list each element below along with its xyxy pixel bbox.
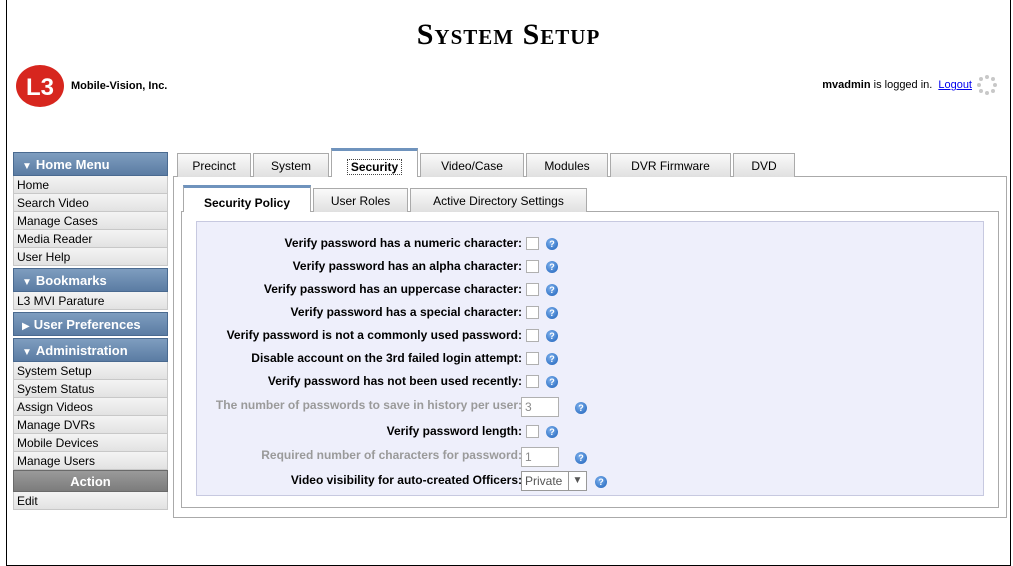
disable-checkbox[interactable] (526, 352, 539, 365)
row-recent: Verify password has not been used recent… (197, 372, 522, 392)
required-input[interactable]: 1 (521, 447, 559, 467)
sidebar-item-manage-cases[interactable]: Manage Cases (13, 212, 168, 230)
uppercase-checkbox[interactable] (526, 283, 539, 296)
row-length: Verify password length: (197, 422, 522, 442)
security-policy-form: Verify password has a numeric character:… (196, 221, 984, 496)
row-uppercase: Verify password has an uppercase charact… (197, 280, 522, 300)
sidebar-item-search-video[interactable]: Search Video (13, 194, 168, 212)
subtab-security-policy[interactable]: Security Policy (183, 185, 311, 212)
sidebar-item-system-setup[interactable]: System Setup (13, 362, 168, 380)
row-common: Verify password is not a commonly used p… (197, 326, 522, 346)
help-icon[interactable]: ? (575, 452, 587, 464)
row-required: Required number of characters for passwo… (197, 446, 522, 466)
tab-video-case[interactable]: Video/Case (420, 153, 524, 177)
help-icon[interactable]: ? (546, 284, 558, 296)
help-icon[interactable]: ? (546, 330, 558, 342)
sidebar-item-l3-mvi-parature[interactable]: L3 MVI Parature (13, 292, 168, 310)
tab-dvd[interactable]: DVD (733, 153, 795, 177)
company-name: Mobile-Vision, Inc. (71, 80, 168, 92)
alpha-label: Verify password has an alpha character: (292, 259, 522, 273)
sidebar-item-user-help[interactable]: User Help (13, 248, 168, 266)
page-frame: System Setup L3 Mobile-Vision, Inc. mvad… (6, 0, 1011, 566)
help-icon[interactable]: ? (546, 307, 558, 319)
length-checkbox[interactable] (526, 425, 539, 438)
sidebar-item-manage-users[interactable]: Manage Users (13, 452, 168, 470)
sidebar-item-assign-videos[interactable]: Assign Videos (13, 398, 168, 416)
numeric-checkbox[interactable] (526, 237, 539, 250)
visibility-label: Video visibility for auto-created Office… (290, 473, 522, 487)
sidebar-item-edit[interactable]: Edit (13, 492, 168, 510)
logout-link[interactable]: Logout (938, 79, 972, 91)
triangle-right-icon: ▶ (22, 321, 30, 332)
numeric-label: Verify password has a numeric character: (284, 236, 522, 250)
help-icon[interactable]: ? (595, 476, 607, 488)
triangle-down-icon: ▼ (22, 161, 32, 172)
recent-label: Verify password has not been used recent… (267, 374, 522, 388)
uppercase-label: Verify password has an uppercase charact… (263, 282, 522, 296)
bookmarks-header[interactable]: ▼ Bookmarks (13, 268, 168, 292)
help-icon[interactable]: ? (575, 402, 587, 414)
row-visibility: Video visibility for auto-created Office… (197, 471, 522, 491)
username: mvadmin (822, 79, 871, 91)
help-icon[interactable]: ? (546, 238, 558, 250)
special-checkbox[interactable] (526, 306, 539, 319)
special-label: Verify password has a special character: (290, 305, 522, 319)
action-header: Action (13, 470, 168, 492)
tab-precinct[interactable]: Precinct (177, 153, 251, 177)
tab-dvr-firmware[interactable]: DVR Firmware (610, 153, 731, 177)
row-numeric: Verify password has a numeric character: (197, 234, 522, 254)
sidebar-item-home[interactable]: Home (13, 176, 168, 194)
triangle-down-icon: ▼ (22, 347, 32, 358)
length-label: Verify password length: (386, 424, 522, 438)
alpha-checkbox[interactable] (526, 260, 539, 273)
sidebar: ▼ Home Menu Home Search Video Manage Case… (13, 150, 168, 510)
tab-system[interactable]: System (253, 153, 329, 177)
login-status: mvadmin is logged in. Logout (822, 79, 972, 91)
row-disable: Disable account on the 3rd failed login … (197, 349, 522, 369)
sidebar-item-system-status[interactable]: System Status (13, 380, 168, 398)
help-icon[interactable]: ? (546, 426, 558, 438)
history-label: The number of passwords to save in histo… (215, 398, 522, 412)
triangle-down-icon: ▼ (22, 277, 32, 288)
svg-text:L3: L3 (26, 74, 54, 101)
subtab-active-directory-settings[interactable]: Active Directory Settings (410, 188, 587, 212)
administration-header[interactable]: ▼ Administration (13, 338, 168, 362)
sidebar-item-manage-dvrs[interactable]: Manage DVRs (13, 416, 168, 434)
tab-security[interactable]: Security (331, 148, 418, 177)
common-checkbox[interactable] (526, 329, 539, 342)
recent-checkbox[interactable] (526, 375, 539, 388)
help-icon[interactable]: ? (546, 353, 558, 365)
row-history: The number of passwords to save in histo… (197, 396, 522, 416)
help-icon[interactable]: ? (546, 261, 558, 273)
home-menu-header[interactable]: ▼ Home Menu (13, 152, 168, 176)
help-icon[interactable]: ? (546, 376, 558, 388)
subtab-user-roles[interactable]: User Roles (313, 188, 408, 212)
page-title: System Setup (416, 18, 601, 51)
row-alpha: Verify password has an alpha character: (197, 257, 522, 277)
disable-label: Disable account on the 3rd failed login … (251, 351, 522, 365)
chevron-down-icon: ▼ (568, 472, 586, 490)
row-special: Verify password has a special character: (197, 303, 522, 323)
sidebar-item-mobile-devices[interactable]: Mobile Devices (13, 434, 168, 452)
history-input[interactable]: 3 (521, 397, 559, 417)
visibility-select[interactable]: Private ▼ (521, 471, 587, 491)
required-label: Required number of characters for passwo… (261, 448, 522, 462)
tab-modules[interactable]: Modules (526, 153, 608, 177)
logged-in-text: is logged in. (870, 79, 933, 91)
sidebar-item-media-reader[interactable]: Media Reader (13, 230, 168, 248)
loading-spinner-icon (977, 75, 997, 95)
common-label: Verify password is not a commonly used p… (226, 328, 522, 342)
l3-logo: L3 (16, 65, 64, 107)
user-preferences-header[interactable]: ▶ User Preferences (13, 312, 168, 336)
